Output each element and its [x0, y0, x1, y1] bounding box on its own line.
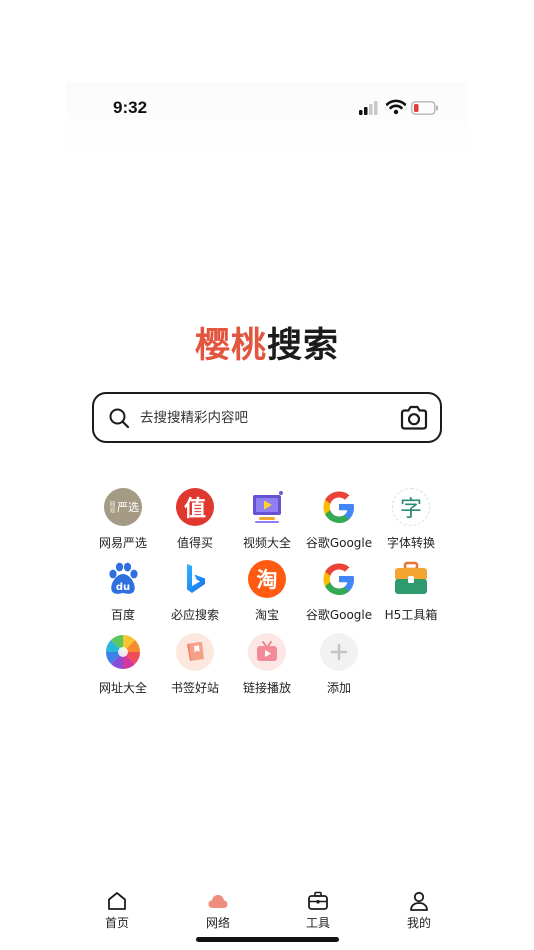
zhidemai-glyph: 值 — [183, 497, 206, 522]
tab-label: 网络 — [205, 916, 230, 930]
shortcut-netease-yanxuan[interactable]: 网易 严选 网易严选 — [87, 488, 159, 552]
shortcut-baidu[interactable]: du 百度 — [87, 560, 159, 624]
app-logo: 樱桃搜索 — [0, 317, 534, 368]
yanxuan-small-text: 网易 — [108, 501, 115, 513]
search-input[interactable] — [140, 406, 380, 430]
tab-profile[interactable]: 我的 — [389, 884, 449, 934]
logo-text-cherry: 樱桃 — [194, 326, 267, 366]
shortcut-web-directory[interactable]: 网址大全 — [87, 633, 159, 697]
cellular-signal-icon — [359, 101, 378, 115]
netease-yanxuan-icon: 网易 严选 — [104, 488, 142, 526]
google-icon — [320, 488, 358, 526]
search-icon — [109, 408, 130, 429]
user-icon — [410, 891, 428, 911]
taobao-glyph: 淘 — [256, 568, 278, 592]
font-convert-icon: 字 — [392, 488, 430, 526]
shortcut-add[interactable]: 添加 — [303, 633, 375, 697]
shortcut-h5-toolbox[interactable]: H5工具箱 — [375, 560, 447, 624]
camera-icon[interactable] — [400, 405, 428, 431]
status-bar: 9:32 — [66, 82, 468, 160]
tab-home[interactable]: 首页 — [87, 884, 147, 934]
tab-label: 我的 — [406, 916, 431, 930]
google-icon — [320, 560, 358, 598]
status-time: 9:32 — [113, 98, 148, 117]
logo-text-search: 搜索 — [267, 326, 340, 366]
battery-low-icon — [411, 101, 438, 115]
shortcut-video[interactable]: 视频大全 — [231, 488, 303, 552]
tv-play-icon — [248, 633, 286, 671]
shortcut-taobao[interactable]: 淘 淘宝 — [231, 560, 303, 624]
toolbox-icon — [392, 560, 430, 598]
yanxuan-big-text: 严选 — [117, 501, 139, 514]
bing-icon — [176, 560, 214, 598]
home-indicator — [196, 937, 339, 942]
tab-label: 首页 — [104, 916, 129, 930]
shortcut-zhidemai[interactable]: 值 值得买 — [159, 488, 231, 552]
shortcut-label: 字体转换 — [386, 536, 435, 550]
tab-network[interactable]: 网络 — [188, 884, 248, 934]
cloud-icon — [208, 895, 228, 908]
bookmark-icon — [176, 633, 214, 671]
home-icon — [108, 892, 126, 910]
shortcut-bing[interactable]: 必应搜索 — [159, 560, 231, 624]
shortcut-label: 添加 — [326, 681, 351, 695]
briefcase-icon — [308, 891, 328, 910]
add-icon — [320, 633, 358, 671]
search-bar[interactable] — [92, 392, 442, 443]
taobao-icon: 淘 — [248, 560, 286, 598]
shortcut-google-2[interactable]: 谷歌Google — [303, 560, 375, 624]
wifi-icon — [386, 99, 406, 115]
tab-tools[interactable]: 工具 — [288, 884, 348, 934]
zhidemai-icon: 值 — [176, 488, 214, 526]
baidu-icon: du — [104, 560, 142, 598]
pinwheel-icon — [104, 633, 142, 671]
shortcut-label: H5工具箱 — [384, 608, 438, 622]
tab-label: 工具 — [305, 916, 330, 930]
baidu-du-text: du — [116, 582, 130, 593]
video-icon — [248, 488, 286, 526]
shortcut-font-convert[interactable]: 字 字体转换 — [375, 488, 447, 552]
shortcut-bookmarks[interactable]: 书签好站 — [159, 633, 231, 697]
font-convert-glyph: 字 — [399, 497, 422, 522]
shortcut-google[interactable]: 谷歌Google — [303, 488, 375, 552]
shortcut-link-play[interactable]: 链接播放 — [231, 633, 303, 697]
